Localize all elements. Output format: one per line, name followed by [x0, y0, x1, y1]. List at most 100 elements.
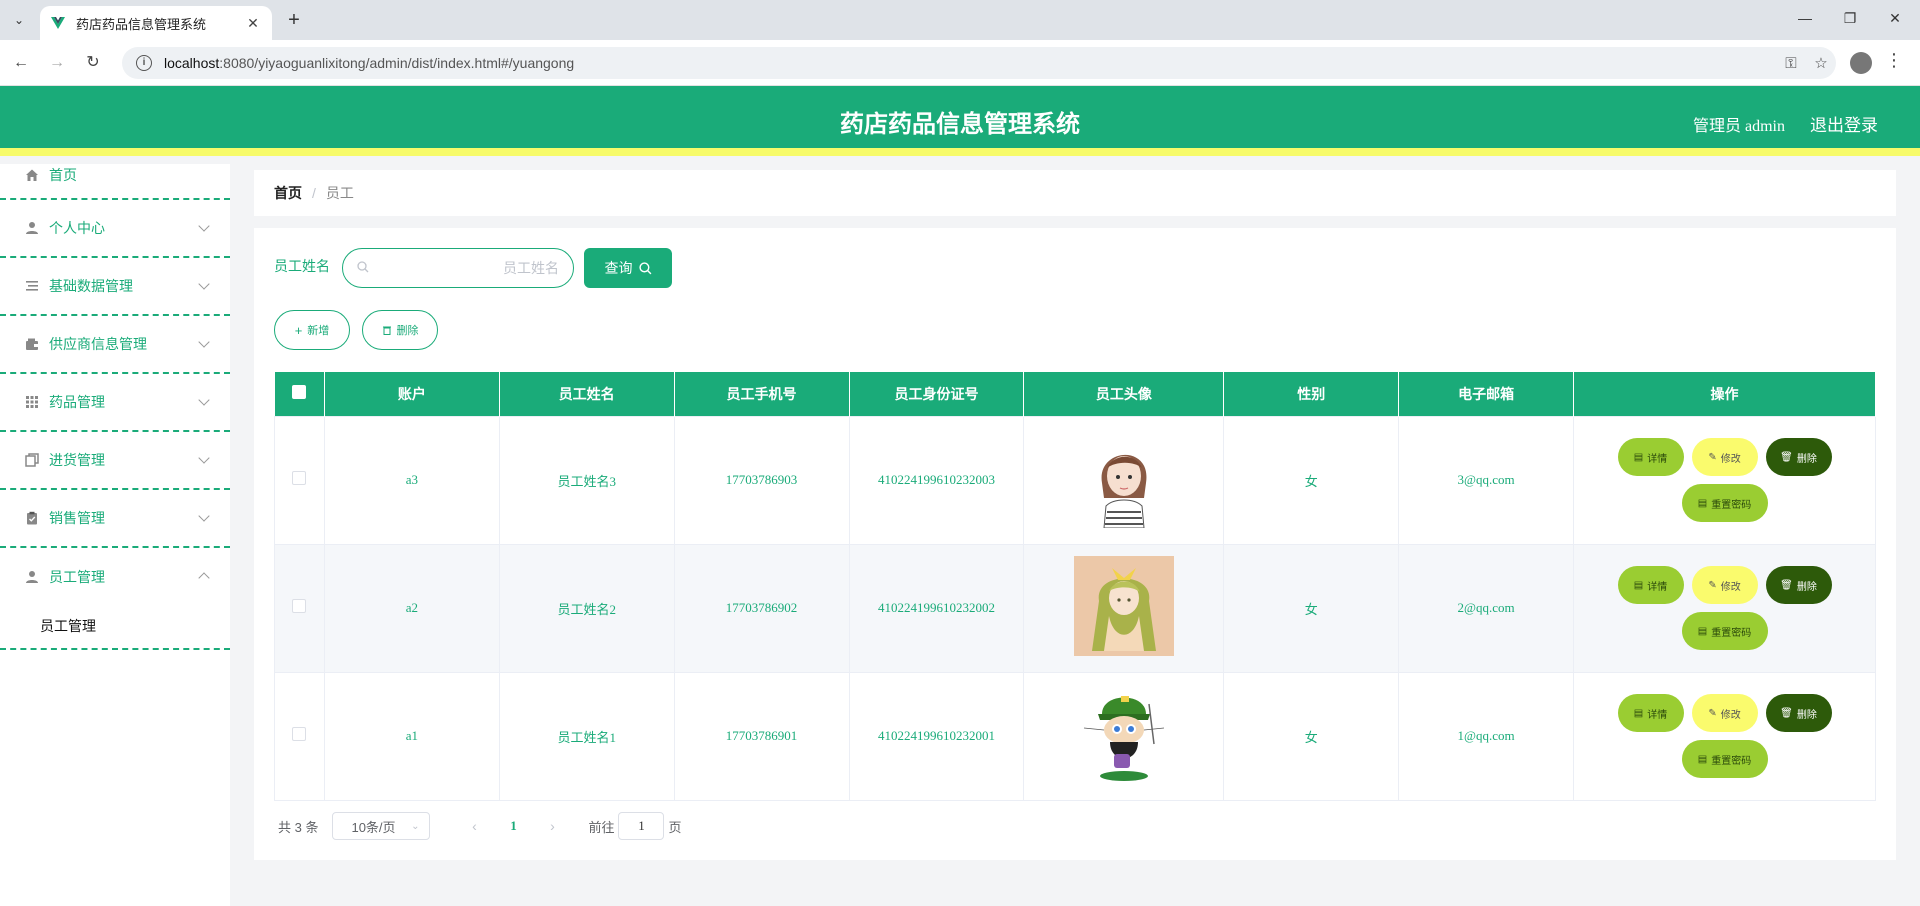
green-hair-girl-avatar[interactable]	[1073, 556, 1174, 656]
tab-close-icon[interactable]: ✕	[244, 15, 262, 32]
profile-avatar-icon[interactable]	[1850, 52, 1872, 74]
column-header: 操作	[1573, 372, 1876, 416]
ops-cell: ▤ 详情 ✎ 修改 🗑 删除 ▤ 重置密码	[1573, 415, 1876, 545]
detail-button[interactable]: ▤ 详情	[1617, 694, 1684, 732]
delete-row-button[interactable]: 🗑 删除	[1765, 438, 1832, 476]
sidebar-item-purchase[interactable]: 进货管理	[0, 432, 230, 490]
email-cell: 3@qq.com	[1398, 415, 1575, 545]
row-select-cell[interactable]	[274, 543, 325, 673]
select-all-checkbox[interactable]	[292, 385, 307, 400]
trash-icon: 🗑	[1780, 707, 1793, 719]
sidebar-item-label: 员工管理	[49, 569, 105, 585]
detail-button[interactable]: ▤ 详情	[1617, 566, 1684, 604]
next-page-icon[interactable]: ›	[532, 818, 572, 834]
search-label: 员工姓名	[274, 258, 330, 274]
delete-row-button[interactable]: 🗑 删除	[1765, 566, 1832, 604]
gender-cell: 女	[1223, 415, 1400, 545]
reset-label: 重置密码	[1711, 755, 1752, 767]
url-text[interactable]: localhost:8080/yiyaoguanlixitong/admin/d…	[164, 55, 1776, 71]
minimize-icon[interactable]: —	[1790, 10, 1820, 26]
browser-tab[interactable]: 药店药品信息管理系统 ✕	[40, 6, 272, 40]
name-cell: 员工姓名2	[498, 543, 675, 673]
reload-icon[interactable]: ↻	[82, 52, 104, 74]
sidebar-item-home[interactable]: 首页	[0, 152, 230, 200]
batch-delete-button[interactable]: 删除	[362, 310, 438, 350]
gender-cell: 女	[1223, 543, 1400, 673]
sidebar-item-supplier[interactable]: 供应商信息管理	[0, 316, 230, 374]
breadcrumb-home[interactable]: 首页	[274, 183, 302, 203]
page-size-select[interactable]: 10条/页 ⌄	[332, 812, 431, 840]
reset-label: 重置密码	[1711, 627, 1752, 639]
sidebar-item-profile[interactable]: 个人中心	[0, 200, 230, 258]
edit-button[interactable]: ✎ 修改	[1691, 694, 1758, 732]
detail-button[interactable]: ▤ 详情	[1617, 438, 1684, 476]
site-info-icon[interactable]: i	[136, 55, 152, 71]
sidebar-item-employee[interactable]: 员工管理	[0, 548, 230, 606]
octocat-avatar[interactable]	[1074, 684, 1174, 784]
copy-icon	[24, 452, 40, 468]
trash-icon: 🗑	[1780, 579, 1793, 591]
logout-link[interactable]: 退出登录	[1810, 111, 1878, 136]
table-row: a1 员工姓名1 17703786901 410224199610232001	[274, 671, 1876, 801]
girl-sketch-avatar[interactable]	[1073, 428, 1174, 528]
delete-label: 删除	[1796, 581, 1817, 593]
row-select-cell[interactable]	[274, 671, 325, 801]
back-icon[interactable]: ←	[10, 52, 32, 74]
edit-button[interactable]: ✎ 修改	[1691, 438, 1758, 476]
phone-cell: 17703786902	[673, 543, 850, 673]
url-omnibox[interactable]: i localhost:8080/yiyaoguanlixitong/admin…	[122, 47, 1836, 79]
edit-button[interactable]: ✎ 修改	[1691, 566, 1758, 604]
search-input-wrapper[interactable]	[342, 248, 574, 288]
query-button[interactable]: 查询	[584, 248, 672, 288]
sidebar-item-label: 供应商信息管理	[49, 336, 147, 352]
row-checkbox[interactable]	[292, 727, 307, 741]
document-icon: ▤	[1697, 625, 1708, 637]
tab-search-chevron-icon[interactable]: ⌄	[6, 8, 32, 32]
email-cell: 2@qq.com	[1398, 543, 1575, 673]
reset-password-button[interactable]: ▤ 重置密码	[1681, 740, 1768, 778]
new-tab-icon[interactable]: +	[282, 10, 306, 32]
row-select-cell[interactable]	[274, 415, 325, 545]
sidebar-item-sales[interactable]: 销售管理	[0, 490, 230, 548]
row-checkbox[interactable]	[292, 471, 307, 485]
account-cell: a1	[323, 671, 500, 801]
page-number-current[interactable]: 1	[494, 818, 532, 834]
forward-icon[interactable]: →	[46, 52, 68, 74]
phone-cell: 17703786903	[673, 415, 850, 545]
add-button[interactable]: + 新增	[274, 310, 350, 350]
window-close-icon[interactable]: ✕	[1880, 10, 1910, 27]
delete-row-button[interactable]: 🗑 删除	[1765, 694, 1832, 732]
sidebar-item-label: 药品管理	[49, 394, 105, 410]
prev-page-icon[interactable]: ‹	[454, 818, 494, 834]
page-size-value: 10条/页	[351, 819, 396, 835]
sidebar-item-basic-data[interactable]: 基础数据管理	[0, 258, 230, 316]
sidebar-item-label: 销售管理	[49, 510, 105, 526]
search-icon	[638, 261, 651, 274]
account-cell: a2	[323, 543, 500, 673]
pencil-icon: ✎	[1708, 579, 1717, 591]
reset-password-button[interactable]: ▤ 重置密码	[1681, 612, 1768, 650]
pencil-icon: ✎	[1708, 707, 1717, 719]
header-select-all[interactable]	[274, 372, 325, 416]
avatar-cell	[1023, 415, 1225, 545]
idcard-cell: 410224199610232003	[848, 415, 1025, 545]
password-key-icon[interactable]: ⚿	[1776, 55, 1806, 72]
document-icon: ▤	[1697, 753, 1708, 765]
sidebar-item-medicine[interactable]: 药品管理	[0, 374, 230, 432]
sidebar-subitem-employee-management[interactable]: 员工管理	[0, 604, 230, 650]
query-button-label: 查询	[604, 260, 633, 276]
reset-password-button[interactable]: ▤ 重置密码	[1681, 484, 1768, 522]
goto-suffix: 页	[668, 819, 682, 835]
tab-title: 药店药品信息管理系统	[76, 16, 207, 32]
column-header: 性别	[1223, 372, 1400, 416]
bookmark-star-icon[interactable]: ☆	[1806, 54, 1836, 72]
sidebar-item-label: 基础数据管理	[49, 278, 133, 294]
browser-tabstrip: ⌄ 药店药品信息管理系统 ✕ + — ❐ ✕	[0, 0, 1920, 40]
row-checkbox[interactable]	[292, 599, 307, 613]
restore-icon[interactable]: ❐	[1835, 10, 1865, 27]
search-input[interactable]	[377, 260, 559, 276]
admin-label: 管理员 admin	[1693, 118, 1785, 135]
browser-menu-icon[interactable]: ⋮	[1884, 50, 1904, 71]
detail-label: 详情	[1647, 453, 1668, 465]
goto-page-input[interactable]	[618, 812, 665, 840]
